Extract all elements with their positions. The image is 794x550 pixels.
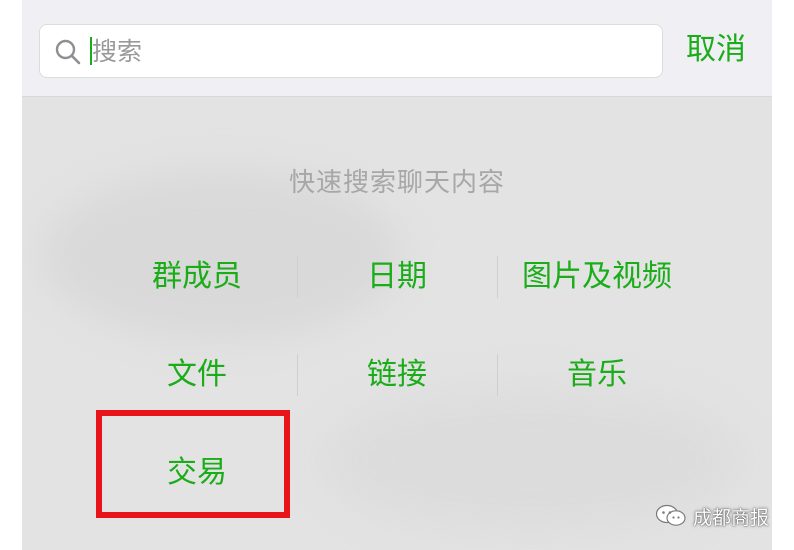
- watermark-text: 成都商报: [693, 506, 770, 529]
- category-photos-videos[interactable]: 图片及视频: [497, 240, 697, 314]
- search-bar: 取消: [22, 0, 772, 97]
- highlight-annotation-box: [96, 410, 290, 518]
- category-files[interactable]: 文件: [97, 338, 297, 412]
- category-row: 群成员 日期 图片及视频: [97, 240, 697, 338]
- cancel-button[interactable]: 取消: [686, 28, 746, 72]
- search-box[interactable]: [39, 24, 663, 78]
- wechat-icon: [655, 503, 687, 529]
- watermark: 成都商报: [655, 502, 769, 530]
- category-group-members[interactable]: 群成员: [97, 240, 297, 314]
- category-date[interactable]: 日期: [297, 240, 497, 314]
- search-input[interactable]: [92, 25, 652, 77]
- category-links[interactable]: 链接: [297, 338, 497, 412]
- search-icon: [54, 38, 82, 66]
- category-music[interactable]: 音乐: [497, 338, 697, 412]
- search-hint: 快速搜索聊天内容: [288, 168, 505, 198]
